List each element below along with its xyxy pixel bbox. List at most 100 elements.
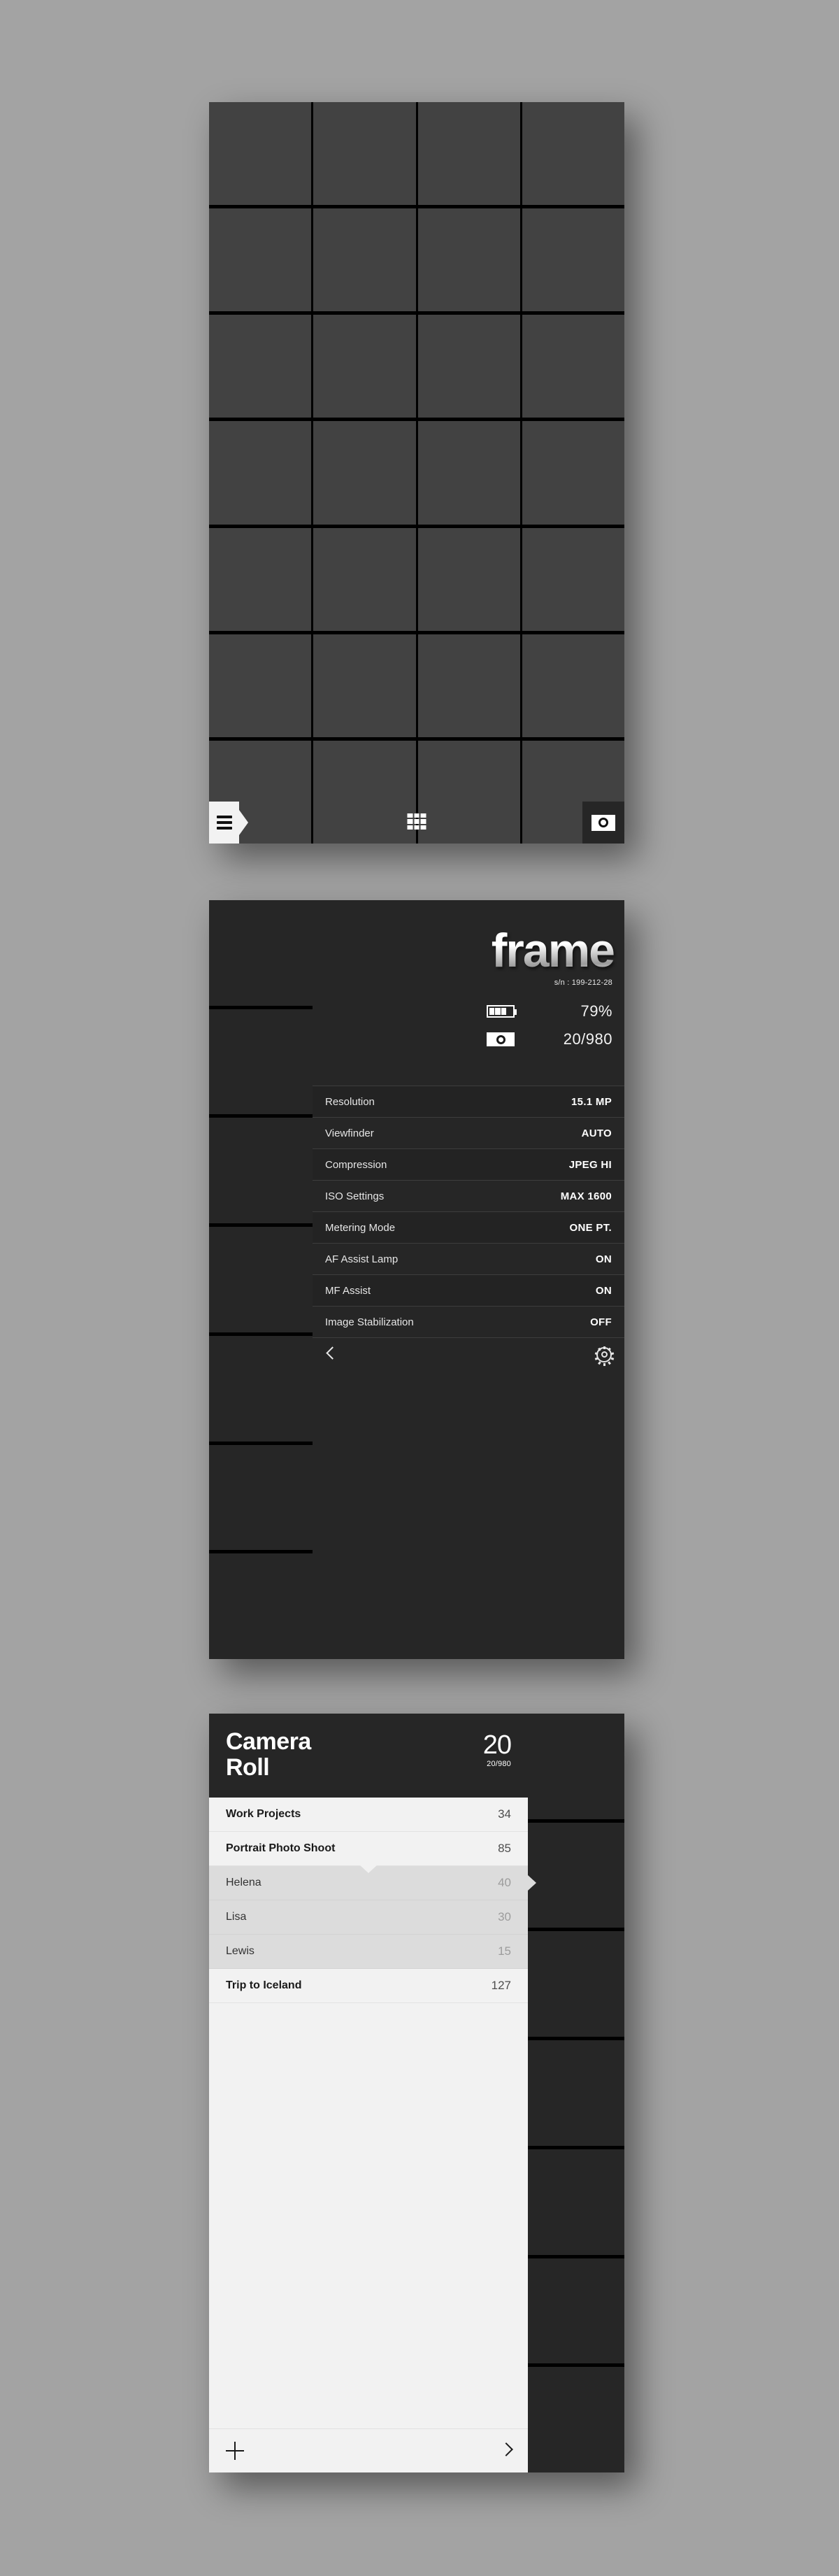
album-list-item[interactable]: Lisa 30 (209, 1900, 528, 1935)
brand-block: frame s/n : 199-212-28 79% 20/980 (313, 900, 624, 1086)
camera-grid-cell[interactable] (209, 208, 312, 312)
camera-grid-cell[interactable] (417, 527, 520, 631)
camera-grid-cell[interactable] (209, 421, 312, 525)
camera-grid-row (209, 1227, 313, 1332)
camera-grid-row (209, 315, 624, 418)
camera-grid-cell[interactable] (313, 315, 416, 418)
camera-grid-cell[interactable] (417, 740, 520, 844)
page-title: Camera Roll (226, 1729, 511, 1780)
album-count: 127 (491, 1979, 511, 1992)
settings-row-label: AF Assist Lamp (325, 1253, 399, 1265)
chevron-left-icon[interactable] (325, 1347, 334, 1362)
album-list-item[interactable]: Helena 40 (209, 1865, 536, 1900)
camera-roll-panel: Camera Roll 20 20/980 Work Projects 34 Por… (209, 1714, 624, 2472)
album-count: 15 (498, 1944, 511, 1958)
album-list-item[interactable]: Trip to Iceland 127 (209, 1969, 528, 2003)
album-list-item[interactable]: Lewis 15 (209, 1935, 528, 1969)
camera-grid-row (209, 421, 624, 525)
dimmed-camera-grid (209, 900, 313, 1659)
camera-grid-cell[interactable] (417, 421, 520, 525)
camera-grid-cell[interactable] (522, 102, 624, 206)
camera-grid-cell[interactable] (313, 634, 416, 737)
camera-grid-cell[interactable] (313, 421, 416, 525)
settings-row-value: ONE PT. (569, 1221, 612, 1234)
settings-row-label: Compression (325, 1158, 387, 1171)
chevron-right-icon[interactable] (501, 2442, 511, 2459)
settings-row[interactable]: Viewfinder AUTO (313, 1117, 624, 1148)
album-list-item[interactable]: Work Projects 34 (209, 1798, 528, 1832)
settings-row-label: ISO Settings (325, 1190, 385, 1202)
settings-row-value: OFF (590, 1316, 612, 1328)
gear-tooth (610, 1357, 614, 1360)
roll-count-small: 20/980 (487, 1760, 511, 1768)
camera-grid-cell[interactable] (209, 315, 312, 418)
camera-grid-cell[interactable] (209, 1118, 313, 1224)
album-name: Lisa (226, 1911, 247, 1923)
gear-tooth (610, 1351, 614, 1355)
camera-grid-cell[interactable] (209, 900, 313, 1006)
album-name: Work Projects (226, 1808, 301, 1820)
shots-counter-value: 20/980 (563, 1030, 612, 1048)
camera-grid-cell[interactable] (209, 1009, 313, 1115)
camera-grid-cell[interactable] (209, 1553, 313, 1659)
menu-tab-button[interactable] (209, 802, 248, 844)
camera-grid-cell[interactable] (417, 102, 520, 206)
page-title-line2: Roll (226, 1753, 270, 1781)
camera-grid-cell[interactable] (522, 527, 624, 631)
grid-view-icon[interactable] (407, 813, 426, 830)
shutter-button[interactable] (582, 802, 624, 844)
settings-row[interactable]: ISO Settings MAX 1600 (313, 1180, 624, 1211)
camera-grid-cell[interactable] (313, 740, 416, 844)
camera-roll-drawer: Camera Roll 20 20/980 Work Projects 34 Por… (209, 1714, 536, 2472)
plus-icon[interactable] (226, 2442, 244, 2460)
camera-grid-cell[interactable] (522, 634, 624, 737)
album-name: Portrait Photo Shoot (226, 1842, 336, 1854)
camera-grid-row (209, 102, 624, 206)
camera-grid-cell[interactable] (209, 634, 312, 737)
settings-row[interactable]: MF Assist ON (313, 1274, 624, 1306)
gear-tooth (597, 1347, 601, 1351)
album-list: Work Projects 34 Portrait Photo Shoot 85 Hel… (209, 1798, 536, 2428)
camera-grid-cell[interactable] (313, 102, 416, 206)
camera-roll-header: Camera Roll 20 20/980 (209, 1714, 528, 1798)
camera-grid-row (209, 634, 624, 737)
camera-grid-cell[interactable] (209, 102, 312, 206)
camera-grid-cell[interactable] (209, 1335, 313, 1442)
settings-row-label: MF Assist (325, 1284, 371, 1297)
settings-row[interactable]: Resolution 15.1 MP (313, 1086, 624, 1117)
gear-tooth (607, 1347, 611, 1351)
camera-grid-cell[interactable] (209, 1227, 313, 1332)
gear-icon[interactable] (594, 1346, 614, 1366)
settings-row[interactable]: AF Assist Lamp ON (313, 1243, 624, 1274)
camera-grid-cell[interactable] (522, 208, 624, 312)
drawer-footer (209, 2428, 528, 2472)
album-list-item[interactable]: Portrait Photo Shoot 85 (209, 1832, 528, 1866)
page-title-line1: Camera (226, 1728, 311, 1755)
camera-grid-cell[interactable] (417, 634, 520, 737)
settings-row-label: Metering Mode (325, 1221, 396, 1234)
settings-row[interactable]: Metering Mode ONE PT. (313, 1211, 624, 1243)
album-count: 85 (498, 1842, 511, 1855)
album-name: Lewis (226, 1945, 254, 1957)
camera-grid-cell[interactable] (209, 527, 312, 631)
camera-grid-cell[interactable] (313, 208, 416, 312)
album-name: Trip to Iceland (226, 1979, 302, 1991)
settings-overlay: frame s/n : 199-212-28 79% 20/980 Resolu… (313, 900, 624, 1659)
roll-count: 20 20/980 (483, 1732, 512, 1771)
camera-grid-cell[interactable] (522, 421, 624, 525)
camera-grid-cell[interactable] (522, 315, 624, 418)
settings-row[interactable]: Image Stabilization OFF (313, 1306, 624, 1337)
camera-grid-cell[interactable] (313, 527, 416, 631)
camera-grid-row (209, 1118, 313, 1224)
settings-row-value: JPEG HI (568, 1158, 612, 1171)
viewfinder-panel (209, 102, 624, 844)
settings-row-value: AUTO (581, 1127, 612, 1139)
camera-grid-cell[interactable] (417, 315, 520, 418)
settings-row[interactable]: Compression JPEG HI (313, 1148, 624, 1180)
album-count: 34 (498, 1807, 511, 1821)
camera-grid-cell[interactable] (417, 208, 520, 312)
camera-grid[interactable] (209, 102, 624, 844)
settings-panel: frame s/n : 199-212-28 79% 20/980 Resolu… (209, 900, 624, 1659)
gear-tooth (603, 1362, 605, 1366)
camera-grid-cell[interactable] (209, 1444, 313, 1551)
